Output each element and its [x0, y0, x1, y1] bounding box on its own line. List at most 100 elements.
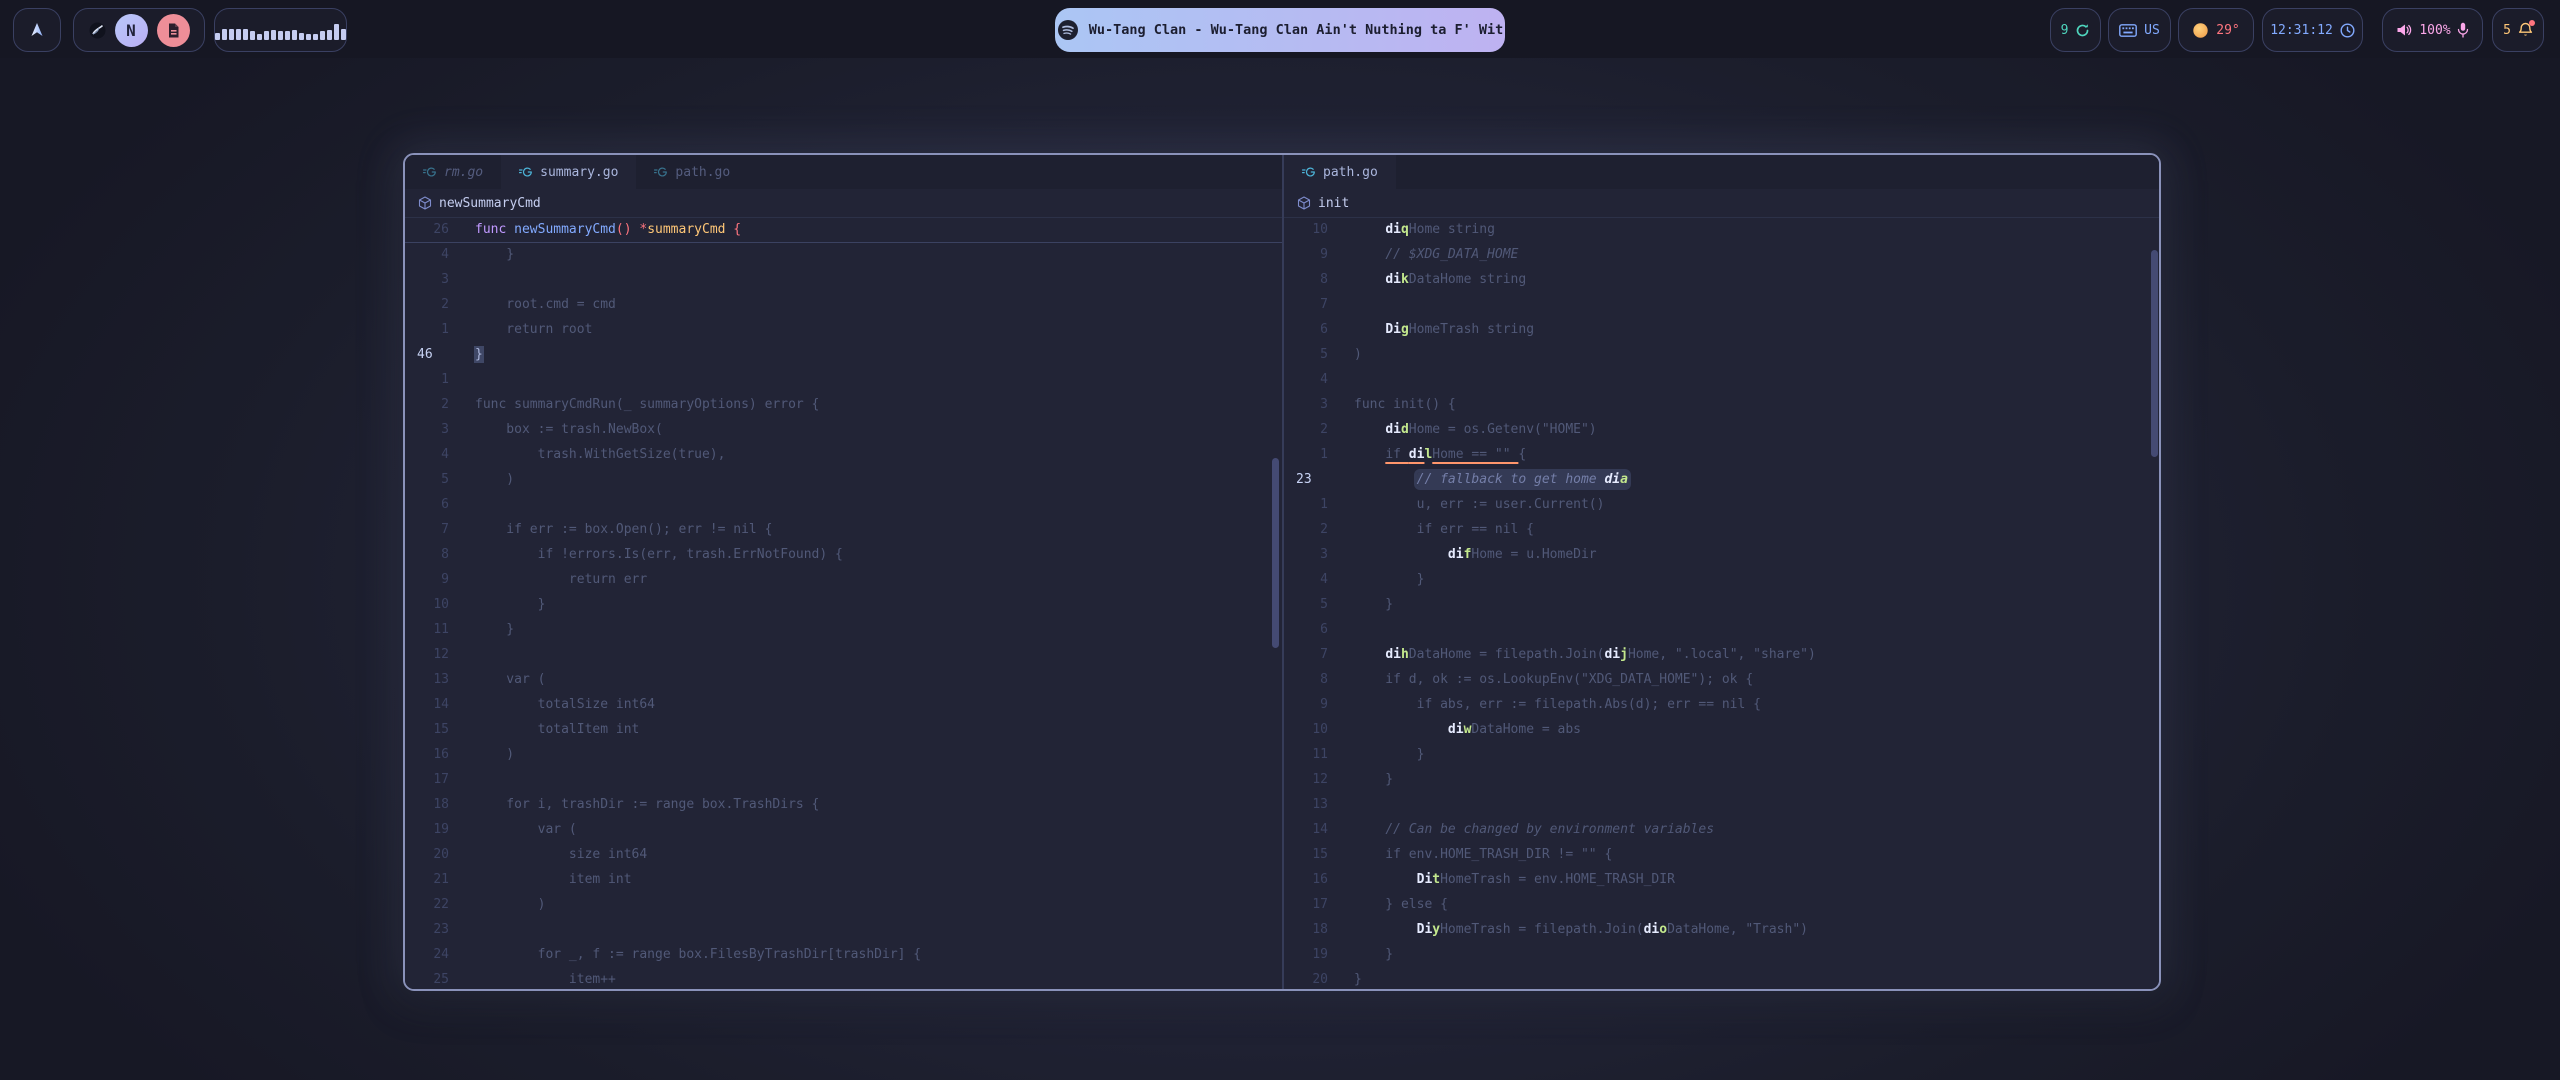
line-text: } [1354, 767, 1393, 792]
line-text: root.cmd = cmd [475, 292, 616, 317]
line-number: 6 [405, 492, 449, 517]
weather-pill[interactable]: 29° [2178, 8, 2254, 52]
line-number: 11 [1284, 742, 1328, 767]
code-line: 17 } else { [1284, 892, 2159, 917]
line-text: if err == nil { [1354, 517, 1534, 542]
line-text: DiyHomeTrash = filepath.Join(dioDataHome… [1354, 917, 1808, 942]
line-text: for i, trashDir := range box.TrashDirs { [475, 792, 819, 817]
line-text: func summaryCmdRun(_ summaryOptions) err… [475, 392, 819, 417]
visualizer-bar [327, 30, 332, 40]
line-number: 21 [405, 867, 449, 892]
code-line: 17 [405, 767, 1282, 792]
code-line: 6 [405, 492, 1282, 517]
line-number: 4 [1284, 367, 1328, 392]
code-line: 10 } [405, 592, 1282, 617]
code-line: 2 if err == nil { [1284, 517, 2159, 542]
code-area-right[interactable]: 10 diqHome string9 // $XDG_DATA_HOME8 di… [1284, 217, 2159, 991]
code-line: 14 totalSize int64 [405, 692, 1282, 717]
code-line: 46} [405, 342, 1282, 367]
refresh-icon [2075, 23, 2090, 38]
code-line: 1 u, err := user.Current() [1284, 492, 2159, 517]
line-number: 15 [405, 717, 449, 742]
line-text: var ( [475, 667, 545, 692]
code-line: 7 if err := box.Open(); err != nil { [405, 517, 1282, 542]
line-number: 13 [405, 667, 449, 692]
line-number: 8 [1284, 267, 1328, 292]
line-number: 3 [1284, 542, 1328, 567]
tab-summary.go[interactable]: summary.go [501, 155, 636, 189]
code-line: 13 var ( [405, 667, 1282, 692]
line-text: ) [475, 467, 514, 492]
now-playing-text: Wu-Tang Clan - Wu-Tang Clan Ain't Nuthin… [1089, 22, 1504, 38]
tab-label: path.go [675, 165, 730, 180]
line-text: size int64 [475, 842, 647, 867]
line-number: 17 [405, 767, 449, 792]
code-line: 24 for _, f := range box.FilesByTrashDir… [405, 942, 1282, 967]
code-line: 3 [405, 267, 1282, 292]
line-text: trash.WithGetSize(true), [475, 442, 725, 467]
code-line: 15 totalItem int [405, 717, 1282, 742]
code-line: 19 } [1284, 942, 2159, 967]
notifications-pill[interactable]: 5 [2492, 8, 2544, 52]
line-number: 5 [1284, 592, 1328, 617]
go-file-icon [1302, 165, 1316, 179]
visualizer-bar [299, 33, 304, 40]
go-file-icon [519, 165, 533, 179]
tab-bar-right: path.go [1284, 155, 2159, 189]
audio-visualizer-pill[interactable] [214, 8, 347, 52]
document-icon[interactable] [157, 14, 190, 47]
right-scrollbar-thumb[interactable] [2151, 250, 2158, 457]
audio-pill[interactable]: 100% [2382, 8, 2483, 52]
line-text: difHome = u.HomeDir [1354, 542, 1597, 567]
code-area-left[interactable]: 26func newSummaryCmd() *summaryCmd {4 }3… [405, 217, 1282, 991]
line-text: ) [1354, 342, 1362, 367]
code-line: 15 if env.HOME_TRASH_DIR != "" { [1284, 842, 2159, 867]
line-text: totalSize int64 [475, 692, 655, 717]
line-number: 4 [1284, 567, 1328, 592]
globe-icon[interactable] [89, 22, 106, 39]
code-line: 9 return err [405, 567, 1282, 592]
line-text: } [1354, 967, 1362, 991]
line-text: return err [475, 567, 647, 592]
line-text: } [1354, 942, 1393, 967]
visualizer-bar [271, 30, 276, 40]
tab-label: rm.go [444, 165, 483, 180]
breadcrumb-left: newSummaryCmd [405, 189, 1282, 217]
line-text: // Can be changed by environment variabl… [1354, 817, 1714, 842]
line-text: return root [475, 317, 592, 342]
line-number: 20 [1284, 967, 1328, 991]
workspaces-pill[interactable]: N [73, 8, 205, 52]
code-line: 23 // fallback to get home dia [1284, 467, 2159, 492]
line-number: 12 [405, 642, 449, 667]
line-number: 1 [405, 317, 449, 342]
line-number: 46 [405, 342, 449, 367]
now-playing-pill[interactable]: Wu-Tang Clan - Wu-Tang Clan Ain't Nuthin… [1055, 8, 1505, 52]
line-text: DigHomeTrash string [1354, 317, 1534, 342]
clock-pill[interactable]: 12:31:12 [2262, 8, 2363, 52]
speaker-icon [2396, 23, 2413, 37]
line-text: dihDataHome = filepath.Join(dijHome, ".l… [1354, 642, 1816, 667]
neovim-workspace-icon[interactable]: N [115, 14, 148, 47]
tab-path.go[interactable]: path.go [1284, 155, 1396, 189]
launcher-button[interactable] [13, 8, 61, 52]
code-line: 11 } [1284, 742, 2159, 767]
code-line: 16 ) [405, 742, 1282, 767]
line-number: 10 [1284, 717, 1328, 742]
code-line: 3 difHome = u.HomeDir [1284, 542, 2159, 567]
launcher-arrow-icon [27, 20, 47, 40]
line-text: u, err := user.Current() [1354, 492, 1604, 517]
visualizer-bar [236, 29, 241, 40]
code-line: 5 } [1284, 592, 2159, 617]
code-line: 5 ) [405, 467, 1282, 492]
line-number: 13 [1284, 792, 1328, 817]
line-text: var ( [475, 817, 577, 842]
left-scrollbar-thumb[interactable] [1272, 458, 1279, 648]
tab-path.go[interactable]: path.go [636, 155, 748, 189]
tab-rm.go[interactable]: rm.go [405, 155, 501, 189]
keyboard-layout-pill[interactable]: US [2108, 8, 2171, 52]
updates-pill[interactable]: 9 [2050, 8, 2101, 52]
microphone-icon [2457, 22, 2469, 38]
go-file-icon [654, 165, 668, 179]
line-number: 2 [405, 392, 449, 417]
notifications-count: 5 [2503, 23, 2511, 38]
